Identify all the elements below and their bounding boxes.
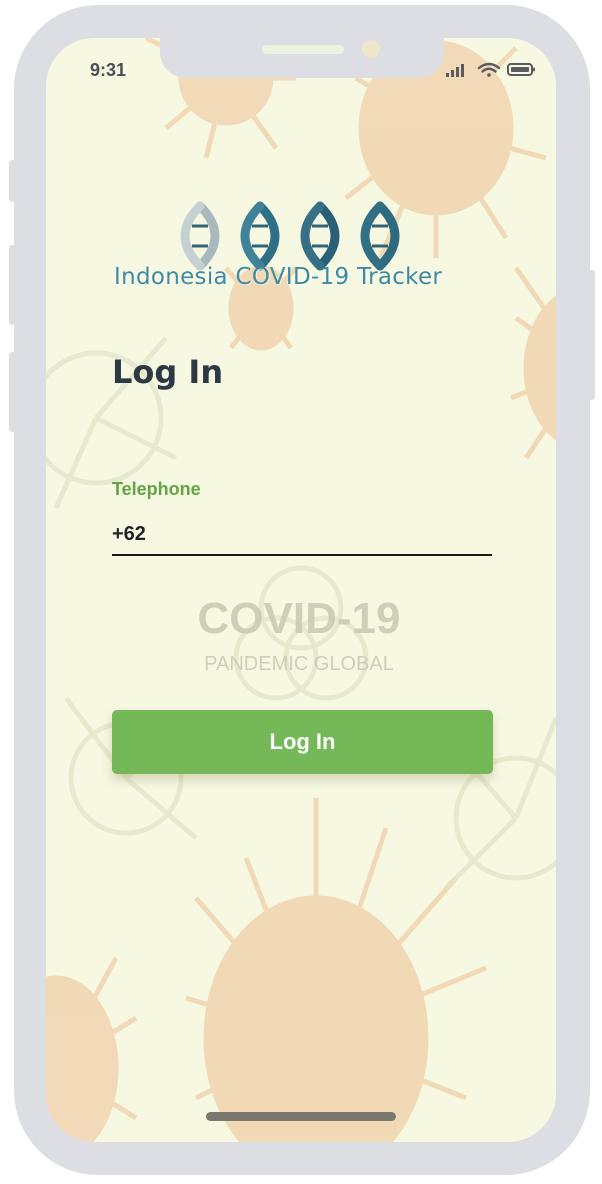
watermark-title: COVID-19 <box>198 594 401 643</box>
phone-notch <box>160 38 444 78</box>
side-button-volume-up <box>9 245 17 325</box>
status-icons <box>446 60 536 80</box>
watermark-subtitle: PANDEMIC GLOBAL <box>204 653 394 675</box>
earpiece-speaker <box>262 45 344 54</box>
battery-icon <box>507 63 535 76</box>
front-camera <box>362 40 380 58</box>
login-button[interactable]: Log In <box>112 710 493 774</box>
side-button-silent <box>9 160 17 202</box>
brand-name: Indonesia COVID-19 Tracker <box>114 264 443 290</box>
wifi-icon <box>477 62 501 77</box>
telephone-label: Telephone <box>112 479 201 499</box>
side-button-volume-down <box>9 352 17 432</box>
telephone-input[interactable] <box>112 514 492 556</box>
page-title: Log In <box>112 353 224 391</box>
status-time: 9:31 <box>90 60 127 80</box>
cellular-signal-icon <box>446 64 464 77</box>
side-button-power <box>587 270 595 400</box>
home-indicator <box>206 1112 396 1121</box>
